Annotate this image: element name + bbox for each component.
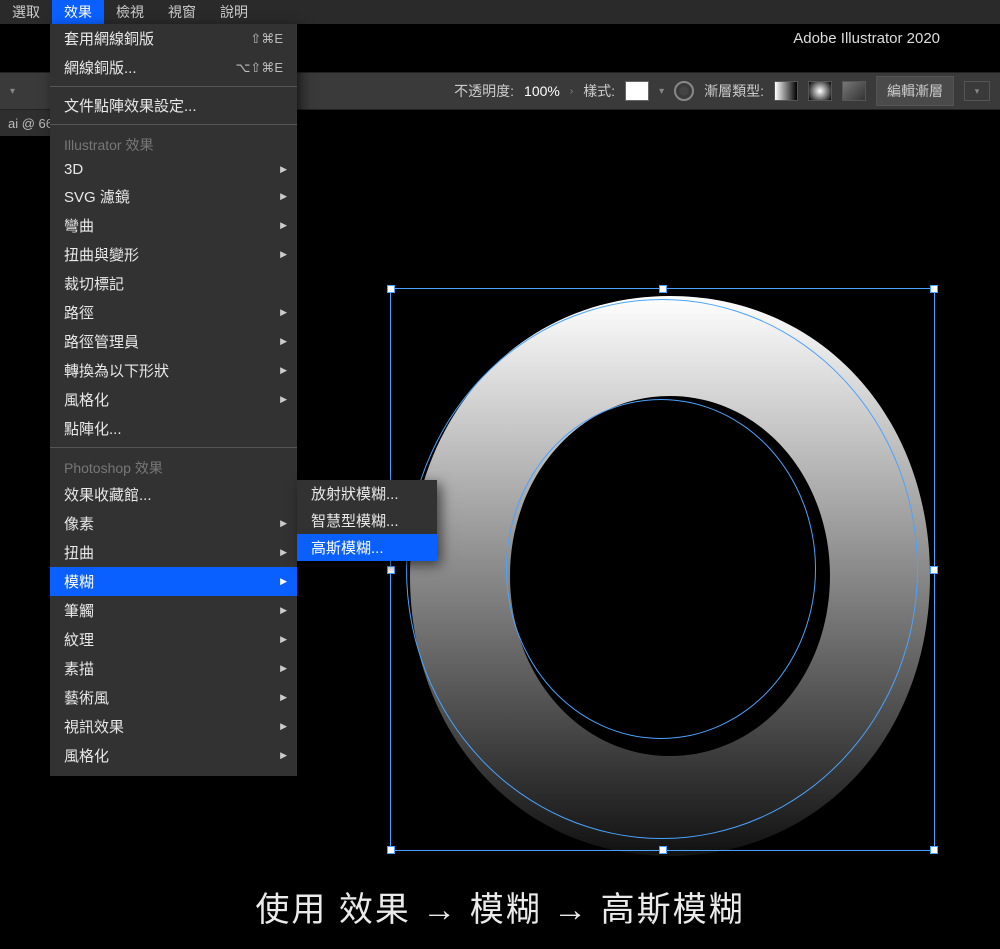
- style-label: 樣式:: [583, 81, 615, 101]
- style-arrow-icon[interactable]: ▾: [659, 86, 664, 97]
- style-swatch[interactable]: [625, 81, 649, 101]
- menu-separator: [50, 86, 297, 87]
- menu-section-photoshop: Photoshop 效果: [50, 452, 297, 480]
- menu-radial-blur[interactable]: 放射狀模糊...: [297, 480, 437, 507]
- menu-crop-marks[interactable]: 裁切標記: [50, 269, 297, 298]
- menu-section-illustrator: Illustrator 效果: [50, 129, 297, 157]
- menu-window[interactable]: 視窗: [156, 0, 208, 24]
- handle-top-right[interactable]: [930, 285, 938, 293]
- menu-separator: [50, 124, 297, 125]
- chevron-down-icon[interactable]: ▾: [10, 86, 15, 97]
- menu-sketch[interactable]: 素描: [50, 654, 297, 683]
- menu-view[interactable]: 檢視: [104, 0, 156, 24]
- menu-warp[interactable]: 彎曲: [50, 211, 297, 240]
- edit-gradient-button[interactable]: 編輯漸層: [876, 76, 954, 106]
- menu-effect[interactable]: 效果: [52, 0, 104, 24]
- menu-pixelate[interactable]: 像素: [50, 509, 297, 538]
- menu-pathfinder[interactable]: 路徑管理員: [50, 327, 297, 356]
- opacity-arrow-icon[interactable]: ›: [570, 86, 573, 97]
- menu-select[interactable]: 選取: [0, 0, 52, 24]
- panel-menu-icon[interactable]: ▾: [964, 81, 990, 101]
- menu-blur[interactable]: 模糊: [50, 567, 297, 596]
- menu-artistic[interactable]: 藝術風: [50, 683, 297, 712]
- menu-doc-raster[interactable]: 文件點陣效果設定...: [50, 91, 297, 120]
- menu-rasterize[interactable]: 點陣化...: [50, 414, 297, 443]
- menu-path[interactable]: 路徑: [50, 298, 297, 327]
- menu-smart-blur[interactable]: 智慧型模糊...: [297, 507, 437, 534]
- effect-menu: 套用網線銅版⇧⌘E 網線銅版...⌥⇧⌘E 文件點陣效果設定... Illust…: [50, 24, 297, 776]
- menu-apply-last[interactable]: 套用網線銅版⇧⌘E: [50, 24, 297, 53]
- menu-video[interactable]: 視訊效果: [50, 712, 297, 741]
- handle-bottom-right[interactable]: [930, 846, 938, 854]
- handle-mid-left[interactable]: [387, 566, 395, 574]
- menu-stylize[interactable]: 風格化: [50, 385, 297, 414]
- menu-distort2[interactable]: 扭曲: [50, 538, 297, 567]
- menu-effect-gallery[interactable]: 效果收藏館...: [50, 480, 297, 509]
- opacity-value[interactable]: 100%: [524, 83, 560, 99]
- handle-top-mid[interactable]: [659, 285, 667, 293]
- menu-convert-shape[interactable]: 轉換為以下形狀: [50, 356, 297, 385]
- gradient-freeform-icon[interactable]: [842, 81, 866, 101]
- opacity-label: 不透明度:: [454, 81, 514, 101]
- menu-texture[interactable]: 紋理: [50, 625, 297, 654]
- handle-top-left[interactable]: [387, 285, 395, 293]
- menubar: 選取 效果 檢視 視窗 說明: [0, 0, 1000, 24]
- gradient-linear-icon[interactable]: [774, 81, 798, 101]
- tutorial-caption: 使用 效果 → 模糊 → 高斯模糊: [0, 882, 1000, 931]
- bounding-box[interactable]: [390, 288, 935, 851]
- handle-mid-right[interactable]: [930, 566, 938, 574]
- menu-stylize2[interactable]: 風格化: [50, 741, 297, 770]
- gradient-radial-icon[interactable]: [808, 81, 832, 101]
- menu-distort[interactable]: 扭曲與變形: [50, 240, 297, 269]
- blur-submenu: 放射狀模糊... 智慧型模糊... 高斯模糊...: [297, 480, 437, 561]
- recolor-icon[interactable]: [674, 81, 694, 101]
- menu-3d[interactable]: 3D: [50, 157, 297, 182]
- gradient-type-label: 漸層類型:: [704, 81, 764, 101]
- menu-help[interactable]: 說明: [208, 0, 260, 24]
- menu-gaussian-blur[interactable]: 高斯模糊...: [297, 534, 437, 561]
- menu-last-effect[interactable]: 網線銅版...⌥⇧⌘E: [50, 53, 297, 82]
- handle-bottom-left[interactable]: [387, 846, 395, 854]
- menu-separator: [50, 447, 297, 448]
- menu-svg-filters[interactable]: SVG 濾鏡: [50, 182, 297, 211]
- handle-bottom-mid[interactable]: [659, 846, 667, 854]
- menu-brush-strokes[interactable]: 筆觸: [50, 596, 297, 625]
